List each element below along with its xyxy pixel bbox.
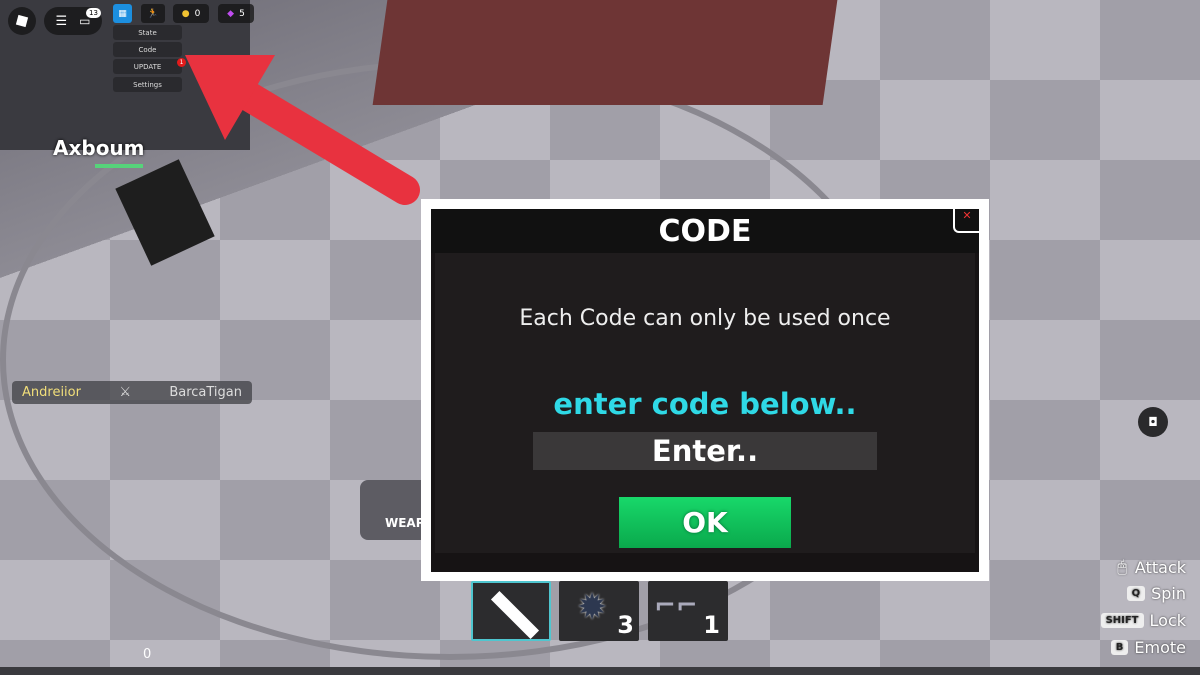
match-left-player: Andreiior [22,385,81,400]
match-right-player: BarcaTigan [169,385,242,400]
hotbar-slot-2[interactable]: ✹ 3 [559,581,639,641]
control-hint-lock: SHIFT Lock [1100,611,1186,630]
carpet [372,0,838,105]
mouse-icon: 🖱 [1117,557,1127,576]
coins-display: ● 0 [173,4,209,23]
gems-value: 5 [239,8,245,19]
emote-button[interactable]: 🏃 [141,4,165,23]
slot-count: 1 [703,611,720,639]
camera-icon: ◘ [1148,415,1158,429]
match-bar: Andreiior ⚔ BarcaTigan [12,381,252,404]
control-hint-spin: Q Spin [1126,584,1186,603]
code-dialog: CODE ✕ Each Code can only be used once e… [431,209,979,572]
grid-icon: ▦ [118,8,127,19]
control-label: Lock [1149,611,1186,630]
weapons-label: WEAP [385,516,425,530]
control-label: Attack [1134,557,1186,577]
hotbar-slot-1[interactable] [471,581,551,641]
bottom-counter: 0 [143,647,152,662]
ok-button[interactable]: OK [619,497,791,548]
roblox-logo-icon [15,14,29,28]
gems-display: ◆ 5 [218,4,254,23]
bottom-bar [0,667,1200,675]
key-q: Q [1126,586,1146,601]
dialog-prompt: enter code below.. [553,387,857,421]
close-button[interactable]: ✕ [953,209,979,233]
key-b: B [1110,640,1129,655]
hamburger-icon[interactable]: ☰ [56,14,68,29]
roblox-menu-button[interactable] [8,7,36,35]
dual-pistols-icon: ⌐⌐ [654,591,698,621]
code-input[interactable]: Enter.. [533,432,877,470]
close-icon: ✕ [962,209,972,222]
menu-settings[interactable]: Settings [113,77,182,92]
hotbar-slot-3[interactable]: ⌐⌐ 1 [648,581,728,641]
weapons-button[interactable]: WEAP [360,480,430,540]
key-shift: SHIFT [1100,613,1144,628]
control-label: Emote [1134,638,1186,657]
dialog-message: Each Code can only be used once [519,306,891,331]
control-hint-emote: B Emote [1110,638,1186,657]
control-label: Spin [1151,584,1186,603]
inventory-button[interactable]: ▦ [113,4,132,23]
sword-icon [490,590,540,640]
red-arrow-icon [185,55,420,205]
player-health-bar [95,164,143,168]
slot-count: 3 [617,611,634,639]
spiked-ball-icon: ✹ [577,587,608,628]
camera-button[interactable]: ◘ [1138,407,1168,437]
coins-value: 0 [194,8,201,19]
player-name: Axboum [53,136,145,160]
menu-state[interactable]: State [113,25,182,40]
running-figure-icon: 🏃 [147,8,159,19]
dialog-title: CODE [431,209,979,253]
menu-code[interactable]: Code [113,42,182,57]
control-hint-attack: 🖱 Attack [1117,557,1186,577]
gem-icon: ◆ [227,8,235,19]
coin-icon: ● [181,8,190,19]
chat-badge: 13 [86,8,101,18]
menu-update[interactable]: UPDATE [113,59,182,74]
crossed-swords-icon: ⚔ [119,385,131,400]
